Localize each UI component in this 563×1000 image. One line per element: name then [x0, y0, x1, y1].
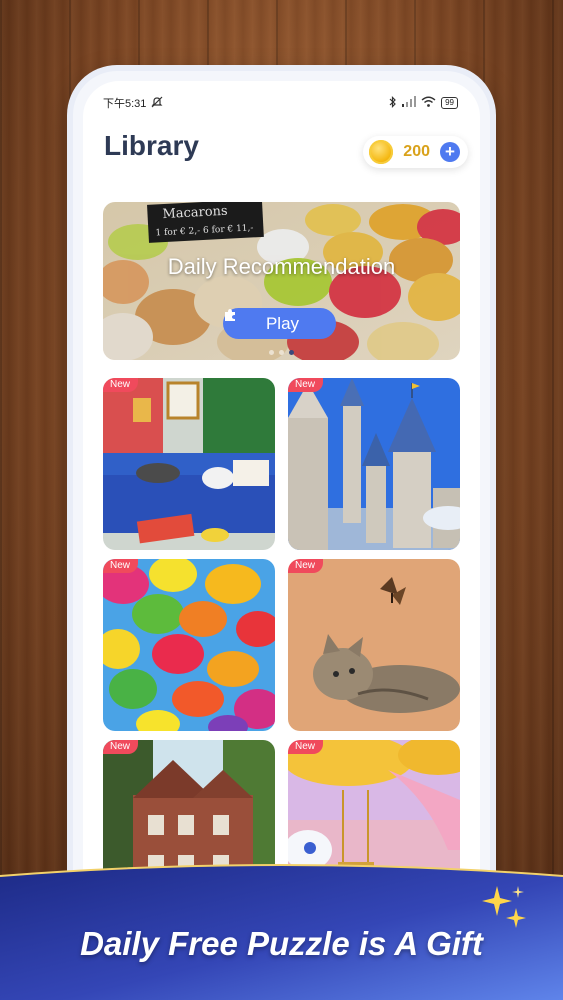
- new-badge: New: [103, 740, 139, 754]
- status-bar: 下午5:31 99: [103, 95, 458, 111]
- battery-icon: 99: [441, 97, 458, 109]
- coin-icon: [369, 140, 394, 164]
- carousel-dot[interactable]: [269, 350, 274, 355]
- new-badge: New: [103, 559, 139, 573]
- play-button[interactable]: Play: [223, 308, 336, 339]
- carousel-indicator: [103, 350, 460, 355]
- play-button-label: Play: [265, 313, 300, 333]
- phone-frame: 下午5:31 99 Library 200 + Daily Recommenda…: [73, 71, 490, 931]
- puzzle-tile-castle[interactable]: New: [288, 378, 460, 550]
- puzzle-tile-cat-butterfly[interactable]: New: [288, 559, 460, 731]
- daily-recommendation-banner[interactable]: Macarons 1 for € 2,- 6 for € 11,- Daily …: [103, 202, 460, 360]
- page-title: Library: [104, 130, 199, 161]
- signal-icon: [402, 96, 417, 110]
- carousel-dot[interactable]: [289, 350, 294, 355]
- coin-balance[interactable]: 200 +: [363, 136, 468, 168]
- promo-headline: Daily Free Puzzle is A Gift: [80, 925, 483, 962]
- silent-icon: [151, 96, 163, 111]
- banner-title: Daily Recommendation: [167, 254, 396, 279]
- new-badge: New: [288, 740, 324, 754]
- puzzle-tile-cats-on-sofa[interactable]: New: [103, 378, 275, 550]
- puzzle-tile-umbrellas[interactable]: New: [103, 559, 275, 731]
- status-time: 下午5:31: [103, 98, 147, 110]
- carousel-dot[interactable]: [279, 350, 284, 355]
- plus-icon[interactable]: +: [440, 142, 460, 162]
- wifi-icon: [421, 96, 436, 110]
- new-badge: New: [288, 559, 324, 573]
- coin-count: 200: [403, 143, 430, 160]
- new-badge: New: [103, 378, 139, 392]
- new-badge: New: [288, 378, 324, 392]
- bluetooth-icon: [388, 95, 397, 111]
- library-screen: 下午5:31 99 Library 200 + Daily Recommenda…: [83, 81, 480, 931]
